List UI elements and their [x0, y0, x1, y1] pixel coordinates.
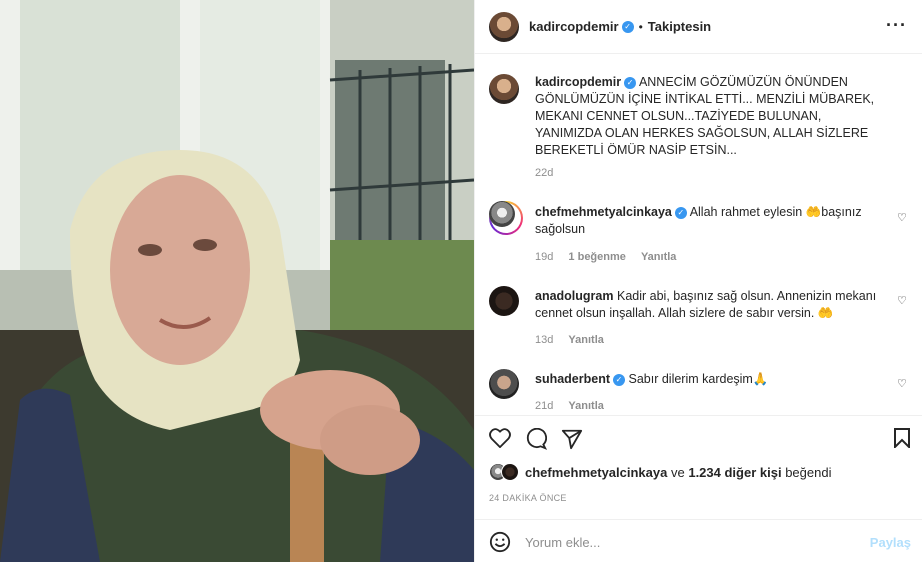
comment-username[interactable]: chefmehmetyalcinkaya: [535, 205, 672, 219]
comment-item: anadolugram Kadir abi, başınız sağ olsun…: [489, 286, 909, 356]
more-options-icon[interactable]: ···: [886, 15, 907, 36]
post-details-panel: kadircopdemir ✓ • Takiptesin ··· kadirco…: [474, 0, 922, 562]
verified-badge-icon: ✓: [613, 373, 626, 386]
comment-text: anadolugram Kadir abi, başınız sağ olsun…: [535, 288, 887, 322]
likes-connector: ve: [670, 464, 685, 480]
comment-avatar[interactable]: [489, 369, 519, 399]
comment-text: suhaderbent ✓ Sabır dilerim kardeşim🙏: [535, 371, 887, 388]
comment-likes-count[interactable]: 1 beğenme: [568, 251, 625, 263]
like-comment-icon[interactable]: ♡: [897, 294, 909, 307]
follow-status-button[interactable]: Takiptesin: [648, 19, 711, 34]
verified-badge-icon: ✓: [674, 206, 687, 219]
verified-badge-icon: ✓: [621, 20, 634, 33]
post-timestamp[interactable]: 24 DAKİKA ÖNCE: [489, 493, 567, 503]
bookmark-icon[interactable]: [893, 428, 911, 448]
liker-username[interactable]: chefmehmetyalcinkaya: [525, 465, 667, 480]
verified-badge-icon: ✓: [624, 76, 637, 89]
caption-item: kadircopdemir ✓ ANNECİM GÖZÜMÜZÜN ÖNÜNDEN…: [489, 74, 909, 184]
post-comment-button[interactable]: Paylaş: [870, 535, 911, 550]
comment-time: 21d: [535, 400, 554, 412]
comment-input[interactable]: [525, 534, 855, 550]
share-icon[interactable]: [561, 428, 583, 450]
comment-meta: 19d 1 beğenme Yanıtla: [535, 251, 676, 263]
comment-avatar: [489, 201, 515, 227]
caption-author-avatar[interactable]: [489, 74, 519, 104]
comment-text: chefmehmetyalcinkaya ✓ Allah rahmet eyles…: [535, 204, 887, 238]
caption-username[interactable]: kadircopdemir: [535, 75, 621, 89]
caption-time-label: 22d: [535, 167, 554, 179]
likes-text: chefmehmetyalcinkaya ve 1.234 diğer kişi…: [525, 465, 831, 480]
likes-suffix: beğendi: [785, 464, 832, 480]
caption-time: 22d: [535, 167, 553, 179]
like-comment-icon[interactable]: ♡: [897, 377, 909, 390]
caption-text: kadircopdemir ✓ ANNECİM GÖZÜMÜZÜN ÖNÜNDEN…: [535, 74, 887, 159]
reply-button[interactable]: Yanıtla: [641, 251, 676, 263]
story-ring[interactable]: [489, 201, 523, 235]
comment-meta: 13d Yanıtla: [535, 334, 604, 346]
comment-icon[interactable]: [525, 428, 547, 450]
post-header: kadircopdemir ✓ • Takiptesin ···: [475, 0, 922, 54]
post-actions: chefmehmetyalcinkaya ve 1.234 diğer kişi…: [475, 415, 922, 562]
comment-composer: Paylaş: [475, 519, 922, 562]
comment-body: Sabır dilerim kardeşim🙏: [628, 372, 769, 386]
post-photo-illustration: [0, 0, 474, 562]
author-avatar[interactable]: [489, 11, 519, 42]
comment-avatar[interactable]: [489, 286, 519, 316]
comment-username[interactable]: anadolugram: [535, 289, 614, 303]
comments-list[interactable]: kadircopdemir ✓ ANNECİM GÖZÜMÜZÜN ÖNÜNDEN…: [475, 54, 922, 415]
likes-summary: chefmehmetyalcinkaya ve 1.234 diğer kişi…: [489, 463, 831, 481]
reply-button[interactable]: Yanıtla: [568, 334, 603, 346]
comment-time: 13d: [535, 334, 554, 346]
like-comment-icon[interactable]: ♡: [897, 211, 909, 224]
post-photo[interactable]: [0, 0, 474, 562]
comment-meta: 21d Yanıtla: [535, 400, 604, 412]
author-username[interactable]: kadircopdemir: [529, 19, 619, 34]
comment-item: chefmehmetyalcinkaya ✓ Allah rahmet eyles…: [489, 201, 909, 271]
liker-avatar[interactable]: [501, 463, 519, 481]
like-icon[interactable]: [489, 428, 511, 448]
comment-username[interactable]: suhaderbent: [535, 372, 610, 386]
reply-button[interactable]: Yanıtla: [568, 400, 603, 412]
action-icons: [489, 428, 583, 450]
header-separator: •: [638, 19, 643, 34]
likes-count[interactable]: 1.234 diğer kişi: [688, 465, 781, 480]
comment-time: 19d: [535, 251, 554, 263]
emoji-icon[interactable]: [489, 531, 511, 553]
comment-item: suhaderbent ✓ Sabır dilerim kardeşim🙏 21d…: [489, 369, 909, 415]
